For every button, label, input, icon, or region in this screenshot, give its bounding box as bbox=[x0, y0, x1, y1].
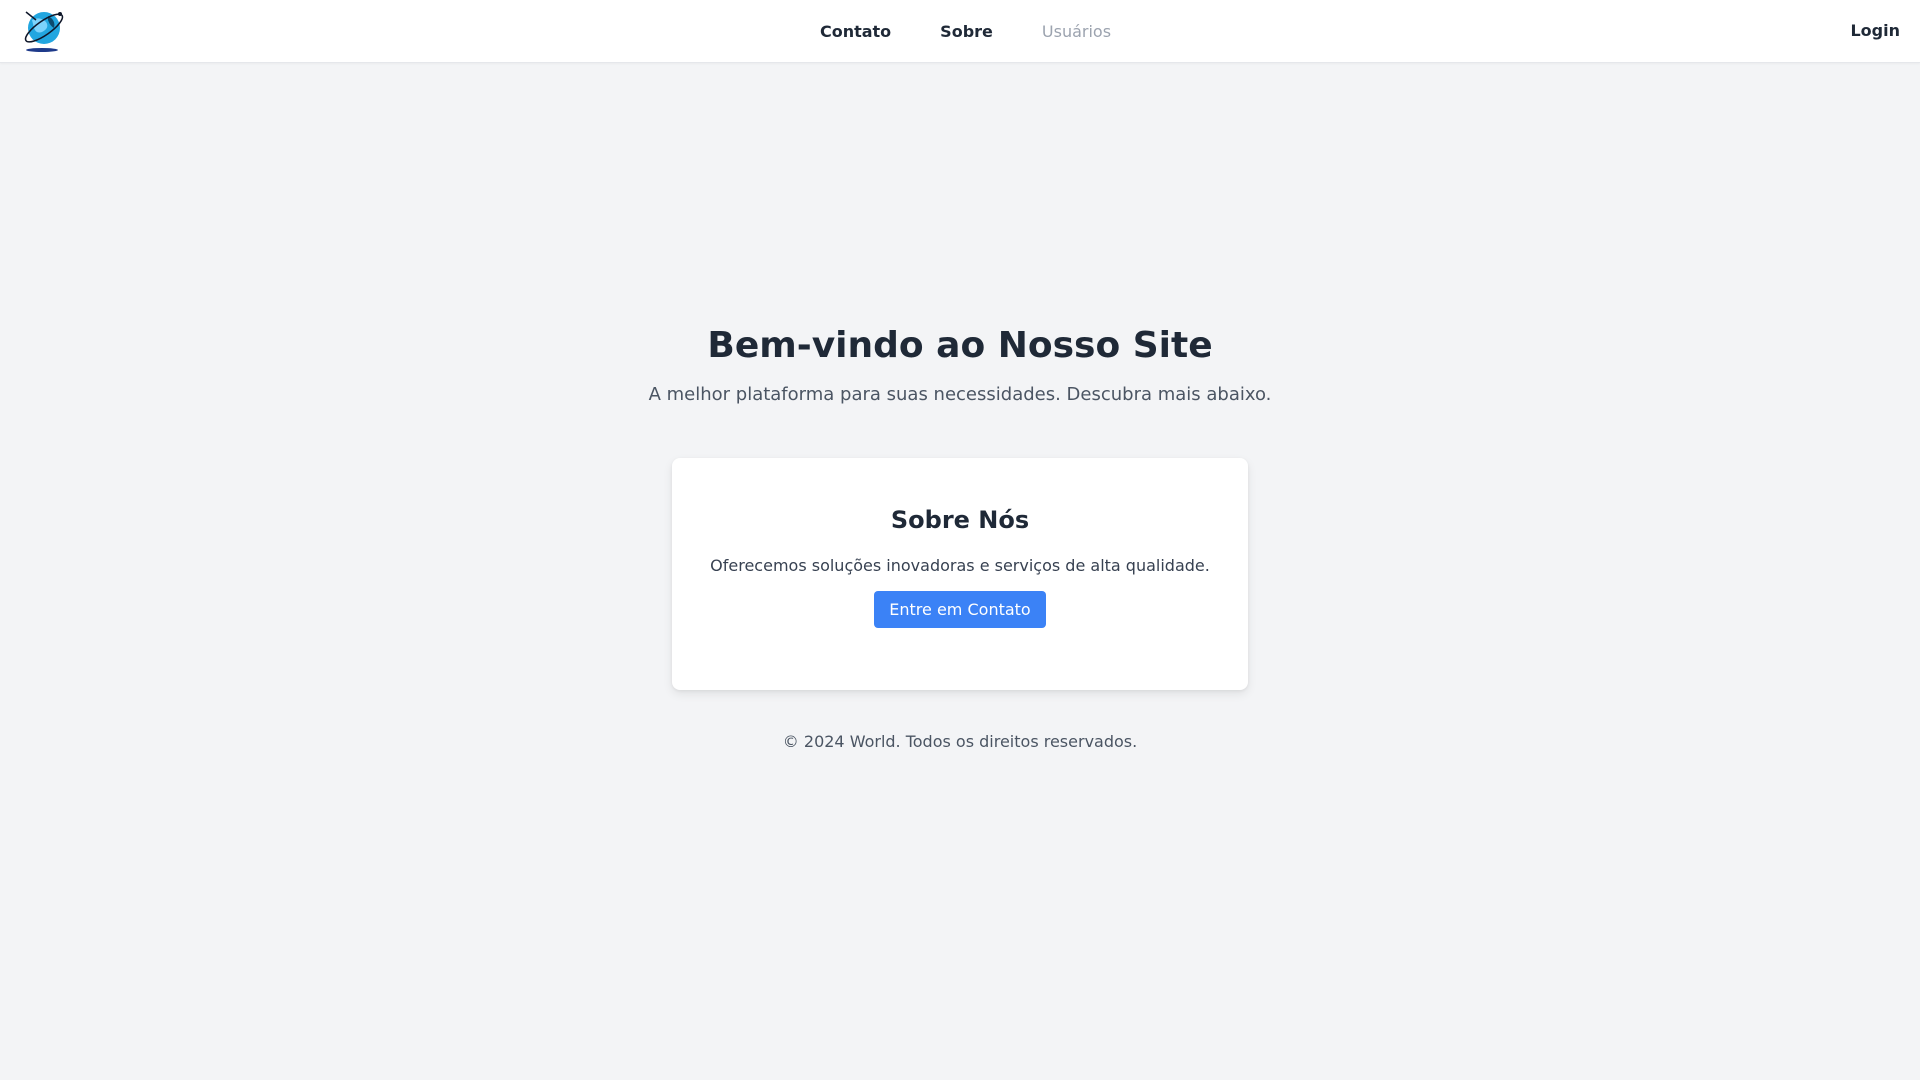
page-title: Bem-vindo ao Nosso Site bbox=[707, 325, 1213, 366]
footer-copyright: © 2024 World. Todos os direitos reservad… bbox=[782, 732, 1138, 751]
nav-link-contato[interactable]: Contato bbox=[809, 22, 891, 41]
main-nav: Contato Sobre Usuários bbox=[0, 0, 1920, 62]
globe-logo-icon[interactable] bbox=[20, 6, 68, 54]
about-card-title: Sobre Nós bbox=[890, 506, 1030, 534]
hero-subtitle: A melhor plataforma para suas necessidad… bbox=[648, 384, 1272, 405]
about-card: Sobre Nós Oferecemos soluções inovadoras… bbox=[672, 458, 1248, 690]
nav-link-sobre[interactable]: Sobre bbox=[929, 22, 993, 41]
about-card-text: Oferecemos soluções inovadoras e serviço… bbox=[710, 556, 1210, 575]
navbar: Contato Sobre Usuários Login bbox=[0, 0, 1920, 63]
nav-link-usuarios[interactable]: Usuários bbox=[1031, 22, 1111, 41]
login-link[interactable]: Login bbox=[1850, 21, 1900, 40]
hero-section: Bem-vindo ao Nosso Site A melhor platafo… bbox=[0, 322, 1920, 405]
contact-button[interactable]: Entre em Contato bbox=[874, 591, 1046, 628]
